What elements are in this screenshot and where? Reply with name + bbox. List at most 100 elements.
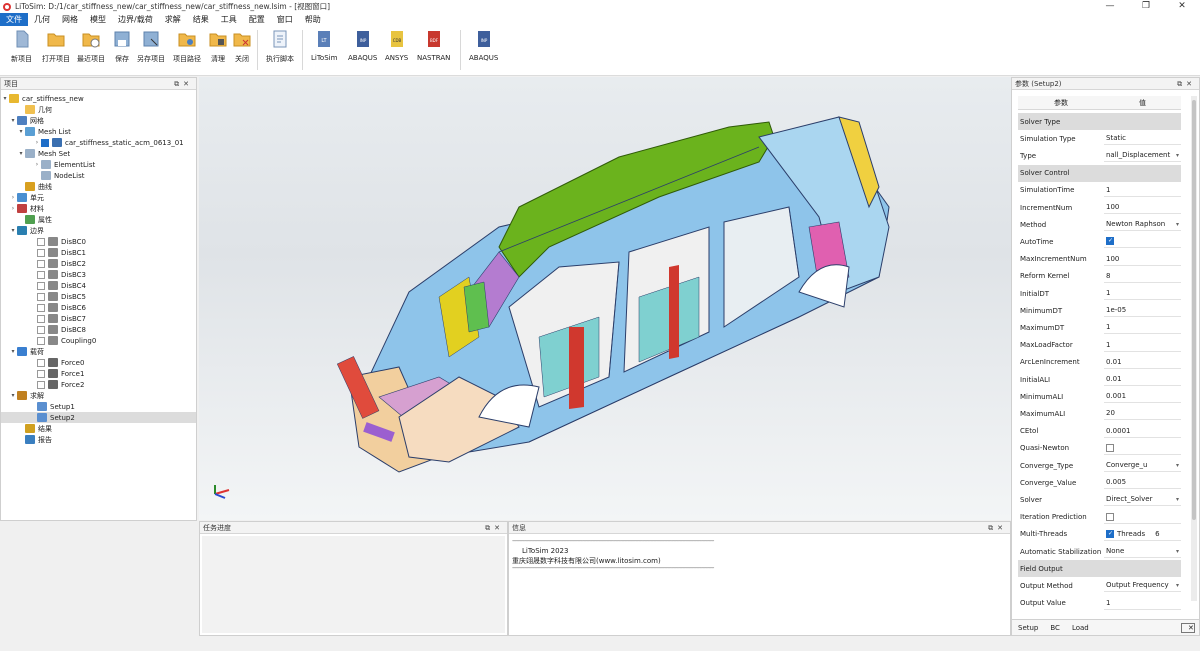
import-abaqus-button[interactable]: INP ABAQUS: [469, 30, 498, 62]
panel-float-close-icons[interactable]: ⧉✕: [485, 522, 504, 534]
expand-arrow-icon[interactable]: ›: [33, 139, 41, 146]
visibility-checkbox[interactable]: [37, 259, 45, 268]
tree-item[interactable]: Setup2: [1, 412, 196, 423]
properties-scrollbar[interactable]: [1191, 96, 1197, 601]
menu-mesh[interactable]: 网格: [56, 13, 84, 26]
visibility-checkbox[interactable]: [37, 281, 45, 290]
tree-item[interactable]: DisBC4: [29, 280, 86, 291]
export-ansys-button[interactable]: CDB ANSYS: [385, 30, 408, 62]
tree-item[interactable]: › 单元: [9, 192, 44, 203]
expand-arrow-icon[interactable]: ▾: [9, 392, 17, 399]
menu-model[interactable]: 模型: [84, 13, 112, 26]
property-value[interactable]: Newton Raphson ▾: [1104, 218, 1181, 232]
menu-help[interactable]: 帮助: [299, 13, 327, 26]
scrollbar-thumb[interactable]: [1192, 100, 1196, 520]
property-value[interactable]: Static: [1104, 132, 1181, 146]
expand-arrow-icon[interactable]: ▾: [17, 150, 25, 157]
tree-item[interactable]: NodeList: [33, 170, 85, 181]
tree-item[interactable]: › ElementList: [33, 159, 95, 170]
close-window-button[interactable]: ✕: [1164, 0, 1200, 13]
tree-item[interactable]: 报告: [17, 434, 52, 445]
expand-arrow-icon[interactable]: ▾: [17, 128, 25, 135]
threads-value[interactable]: 6: [1155, 530, 1159, 538]
tree-item[interactable]: Setup1: [29, 401, 75, 412]
property-value[interactable]: 0.001: [1104, 390, 1181, 404]
property-value[interactable]: 8: [1104, 270, 1181, 283]
property-value[interactable]: [1104, 235, 1181, 249]
visibility-checkbox[interactable]: [37, 270, 45, 279]
visibility-checkbox[interactable]: [37, 237, 45, 246]
run-script-button[interactable]: 执行脚本: [266, 30, 294, 64]
property-value[interactable]: 1: [1104, 287, 1181, 300]
visibility-checkbox[interactable]: [37, 303, 45, 312]
expand-arrow-icon[interactable]: ▾: [9, 348, 17, 355]
property-value[interactable]: 1: [1104, 184, 1181, 197]
visibility-checkbox[interactable]: [41, 138, 49, 147]
property-value[interactable]: 0.0001: [1104, 425, 1181, 438]
maximize-button[interactable]: ❐: [1128, 0, 1164, 13]
menu-results[interactable]: 结果: [187, 13, 215, 26]
tree-item[interactable]: DisBC2: [29, 258, 86, 269]
menu-window[interactable]: 窗口: [271, 13, 299, 26]
property-value[interactable]: 0.005: [1104, 476, 1181, 490]
save-as-button[interactable]: 另存项目: [137, 30, 165, 64]
property-value[interactable]: Threads 6: [1104, 528, 1181, 541]
tree-item[interactable]: 结果: [17, 423, 52, 434]
expand-arrow-icon[interactable]: ▾: [9, 227, 17, 234]
visibility-checkbox[interactable]: [37, 325, 45, 334]
property-value[interactable]: 1: [1104, 321, 1181, 335]
menu-boundary-load[interactable]: 边界/载荷: [112, 13, 159, 26]
tree-item[interactable]: › 材料: [9, 203, 44, 214]
visibility-checkbox[interactable]: [37, 248, 45, 257]
tree-item[interactable]: ▾ Mesh Set: [17, 148, 70, 159]
dropdown-arrow-icon[interactable]: ▾: [1176, 496, 1179, 503]
minimize-button[interactable]: —: [1092, 0, 1128, 13]
tab-bc[interactable]: BC: [1044, 624, 1066, 632]
property-value[interactable]: 1: [1104, 339, 1181, 352]
visibility-checkbox[interactable]: [37, 358, 45, 367]
visibility-checkbox[interactable]: [37, 314, 45, 323]
tree-item[interactable]: ▾ car_stiffness_new: [1, 93, 84, 104]
property-value[interactable]: 0.01: [1104, 373, 1181, 386]
property-value[interactable]: 20: [1104, 407, 1181, 421]
tree-item[interactable]: DisBC6: [29, 302, 86, 313]
visibility-checkbox[interactable]: [37, 336, 45, 345]
property-checkbox[interactable]: [1106, 443, 1114, 452]
menu-solve[interactable]: 求解: [159, 13, 187, 26]
tree-item[interactable]: DisBC0: [29, 236, 86, 247]
property-value[interactable]: [1104, 511, 1181, 524]
close-tab-icon[interactable]: ✕: [1181, 623, 1195, 633]
car-body-model[interactable]: [199, 77, 1011, 520]
save-button[interactable]: 保存: [113, 30, 131, 64]
tree-item[interactable]: › car_stiffness_static_acm_0613_01: [33, 137, 184, 148]
menu-config[interactable]: 配置: [243, 13, 271, 26]
tree-item[interactable]: Coupling0: [29, 335, 96, 346]
export-litosim-button[interactable]: LT LiToSim: [311, 30, 337, 62]
property-value[interactable]: 0.01: [1104, 356, 1181, 369]
recent-project-button[interactable]: 最近项目: [77, 30, 105, 64]
menu-file[interactable]: 文件: [0, 13, 28, 26]
visibility-checkbox[interactable]: [37, 292, 45, 301]
property-value[interactable]: None ▾: [1104, 545, 1181, 558]
property-value[interactable]: Direct_Solver ▾: [1104, 493, 1181, 507]
expand-arrow-icon[interactable]: ▾: [9, 117, 17, 124]
tree-item[interactable]: 几何: [17, 104, 52, 115]
panel-float-close-icons[interactable]: ⧉✕: [1177, 78, 1196, 90]
dropdown-arrow-icon[interactable]: ▾: [1176, 462, 1179, 469]
tree-item[interactable]: ▾ Mesh List: [17, 126, 71, 137]
tree-item[interactable]: DisBC7: [29, 313, 86, 324]
property-checkbox[interactable]: [1106, 529, 1114, 538]
property-checkbox[interactable]: [1106, 237, 1114, 246]
property-value[interactable]: Output Frequency ▾: [1104, 579, 1181, 593]
tree-item[interactable]: ▾ 求解: [9, 390, 44, 401]
tab-load[interactable]: Load: [1066, 624, 1095, 632]
tree-item[interactable]: DisBC5: [29, 291, 86, 302]
3d-viewport[interactable]: [199, 77, 1011, 520]
export-nastran-button[interactable]: BDF NASTRAN: [417, 30, 450, 62]
property-checkbox[interactable]: [1106, 512, 1114, 521]
property-value[interactable]: nall_Displacement ▾: [1104, 149, 1181, 163]
property-value[interactable]: [1104, 442, 1181, 455]
tab-setup[interactable]: Setup: [1012, 624, 1044, 632]
menu-geometry[interactable]: 几何: [28, 13, 56, 26]
dropdown-arrow-icon[interactable]: ▾: [1176, 152, 1179, 159]
